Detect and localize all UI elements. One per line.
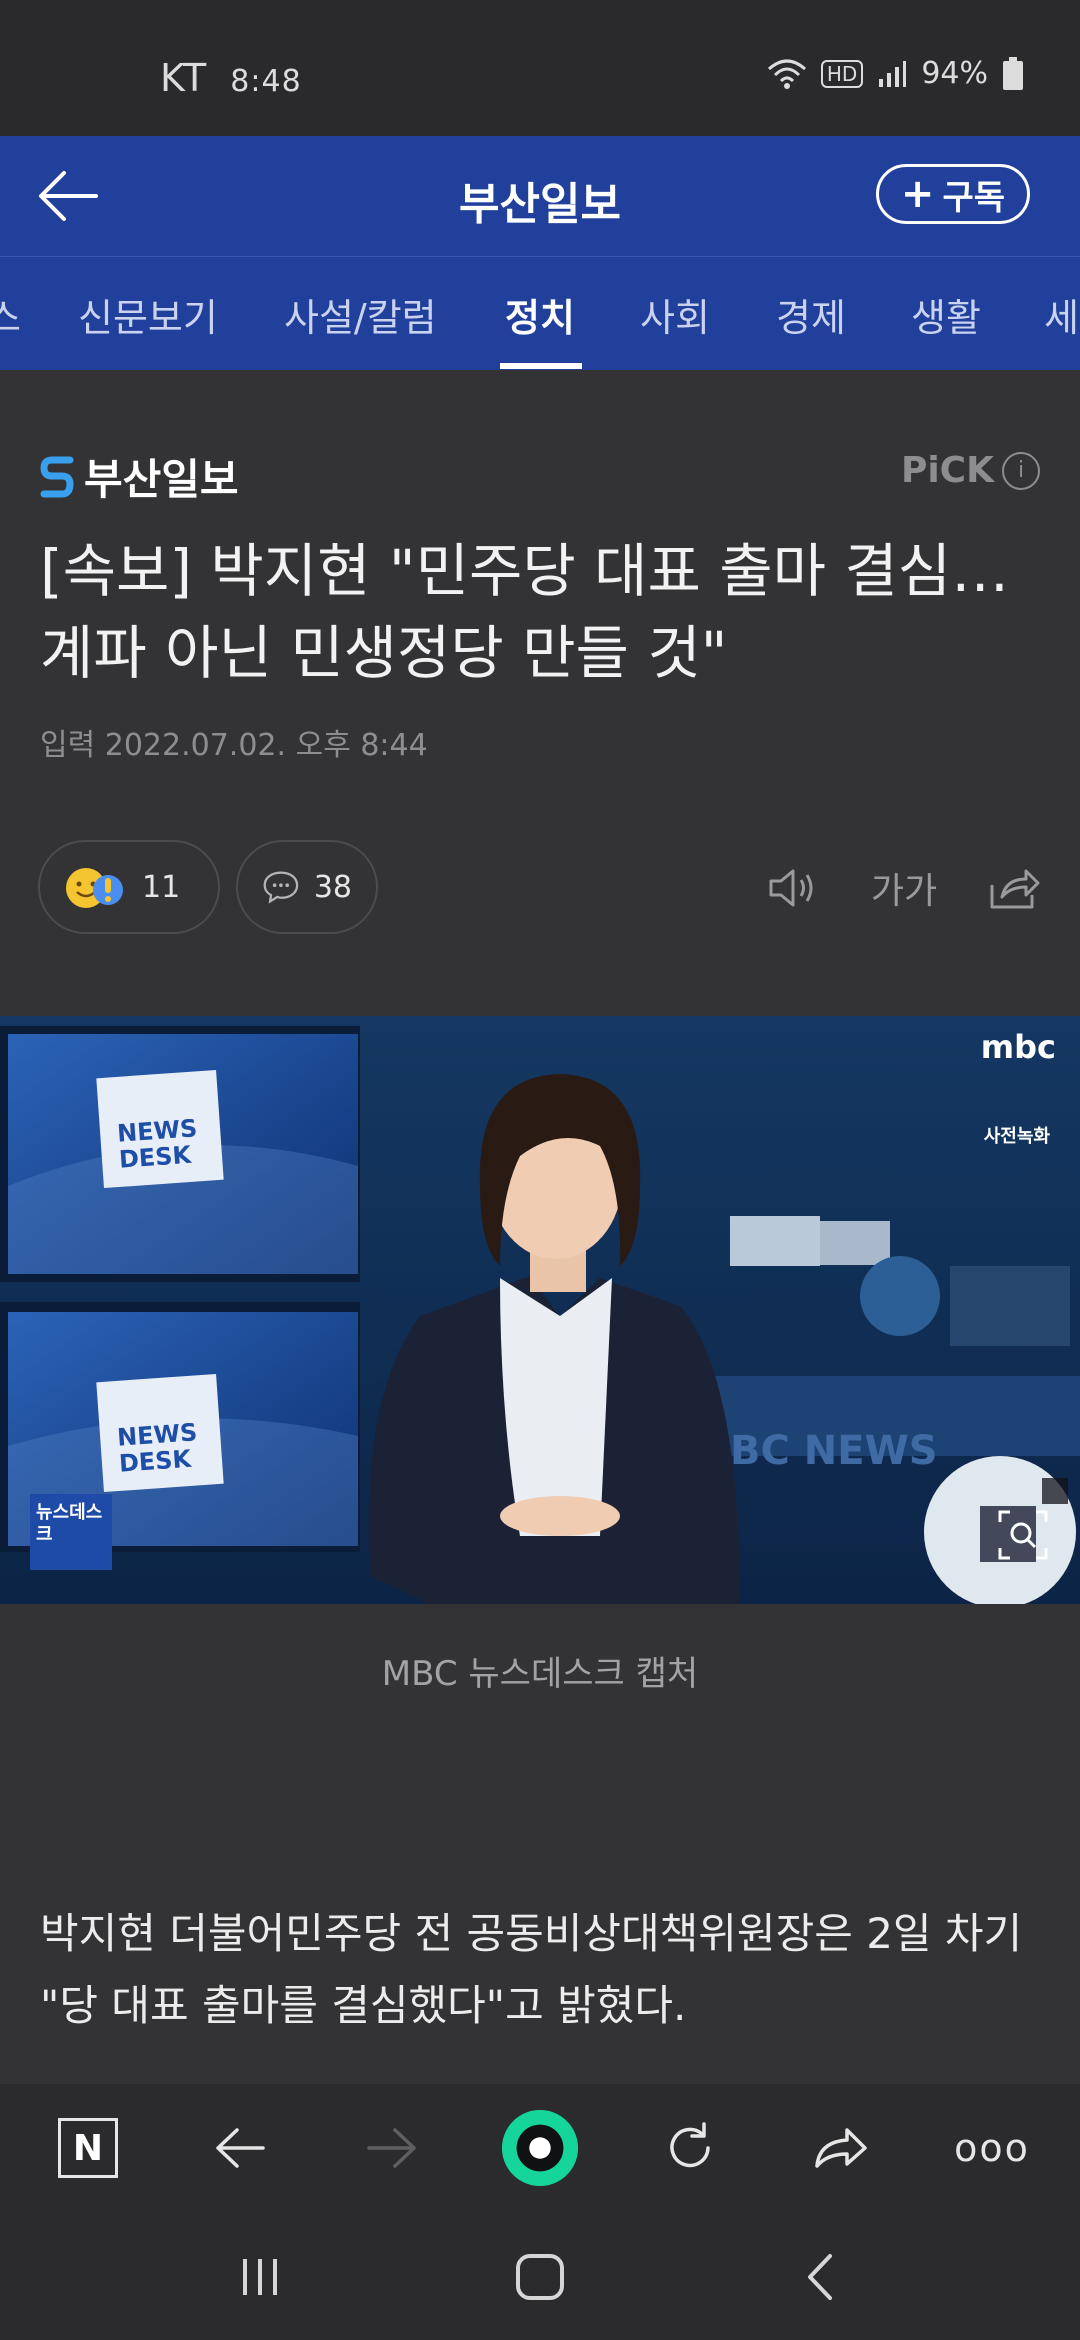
screen-label-desk-top: DESK [118,1140,193,1174]
tab-partial-right[interactable]: 세 [1044,287,1079,342]
tab-living[interactable]: 생활 [911,287,981,342]
arrow-right-icon [367,2128,416,2168]
forward-nav-button[interactable] [352,2108,432,2188]
green-dot-icon [501,2109,579,2187]
info-icon: i [1002,451,1040,490]
article-date: 입력 2022.07.02. 오후 8:44 [40,720,428,764]
more-icon: ooo [954,2126,1030,2170]
chevron-left-icon [808,2254,832,2300]
screen-logo-top: NEWS DESK [116,1114,200,1174]
font-size-label: 가가 [870,871,938,912]
recent-apps-icon [243,2259,277,2295]
system-nav-bar [0,2212,1080,2340]
tab-editorial[interactable]: 사설/칼럼 [284,287,437,342]
publisher-name: 부산일보 [84,455,239,504]
screen-logo-bottom: NEWS DESK [116,1418,200,1478]
green-dot-button[interactable] [500,2108,580,2188]
date-value: 2022.07.02. 오후 8:44 [104,728,428,763]
news-studio-image [0,1016,1080,1604]
comment-button[interactable]: 38 [236,840,378,934]
font-size-button[interactable]: 가가 [866,860,942,916]
comment-count: 38 [313,869,352,905]
share-page-button[interactable] [800,2108,880,2188]
photo-caption: MBC 뉴스데스크 캡처 [381,1654,699,1694]
zoom-icon [998,1510,1048,1560]
more-button[interactable]: ooo [952,2108,1032,2188]
status-right: HD 94% [767,56,1024,91]
refresh-icon [670,2122,710,2168]
pick-label: PiCK [900,450,994,491]
subscribe-label: 구독 [942,177,1005,218]
article-photo[interactable]: NEWS DESK NEWS DESK 뉴스데스크 BC NEWS mbc 사전… [0,1016,1080,1604]
share-button[interactable] [982,860,1046,916]
comment-icon [263,871,299,904]
share-icon [990,869,1040,909]
naver-home-button[interactable]: N [48,2108,128,2188]
recorded-badge: 사전녹화 [983,1126,1050,1147]
pick-badge[interactable]: PiCK i [901,450,1040,491]
article-body: 박지현 더불어민주당 전 공동비상대책위원장은 2일 차기 "당 대표 출마를 … [40,1909,1023,2030]
speaker-icon [769,869,813,907]
tab-society[interactable]: 사회 [640,287,710,342]
share-arrow-icon [815,2128,867,2168]
reaction-button[interactable]: 11 [38,840,220,934]
recent-apps-button[interactable] [220,2242,300,2312]
system-back-button[interactable] [780,2242,860,2312]
browser-toolbar: N ooo [0,2084,1080,2212]
reaction-emoji-icon [66,868,123,908]
tab-economy[interactable]: 경제 [776,287,846,342]
arrow-left-icon [216,2128,265,2168]
tab-newspaper[interactable]: 신문보기 [78,287,218,342]
battery-icon [1003,56,1023,90]
tab-politics[interactable]: 정치 [505,287,575,342]
reaction-count: 11 [142,869,181,905]
date-label: 입력 [40,728,96,763]
screen-label-desk-bottom: DESK [118,1444,193,1478]
naver-n-icon: N [58,2118,118,2178]
refresh-button[interactable] [650,2108,730,2188]
status-bar: KT 8:48 HD 94% [0,0,1080,136]
wifi-icon [767,59,806,89]
tab-partial-left[interactable]: 스 [0,287,21,342]
broadcaster-logo: mbc [980,1028,1056,1066]
hd-badge: HD [820,59,864,88]
signal-icon [879,60,907,87]
read-aloud-button[interactable] [760,860,824,916]
corner-show-logo: 뉴스데스크 [36,1502,103,1545]
clock: 8:48 [230,64,302,99]
battery-percent: 94% [921,56,988,91]
app-header: 부산일보 + 구독 [0,136,1080,256]
subscribe-button[interactable]: + 구독 [875,164,1030,224]
article-headline: [속보] 박지현 "민주당 대표 출마 결심…계파 아닌 민생정당 만들 것" [40,537,1010,687]
publisher-logo[interactable]: 부산일보 [40,446,239,507]
home-button[interactable] [500,2242,580,2312]
active-tab-indicator [500,363,582,369]
studio-wall-text: BC NEWS [730,1428,938,1474]
plus-icon: + [900,171,935,217]
carrier: KT [160,56,208,100]
category-tabs: 스 신문보기 사설/칼럼 정치 사회 경제 생활 세 [0,256,1080,370]
publisher-logo-mark [40,456,74,497]
status-left: KT 8:48 [160,56,302,100]
back-nav-button[interactable] [200,2108,280,2188]
home-icon [516,2254,564,2300]
image-zoom-button[interactable] [990,1502,1056,1568]
